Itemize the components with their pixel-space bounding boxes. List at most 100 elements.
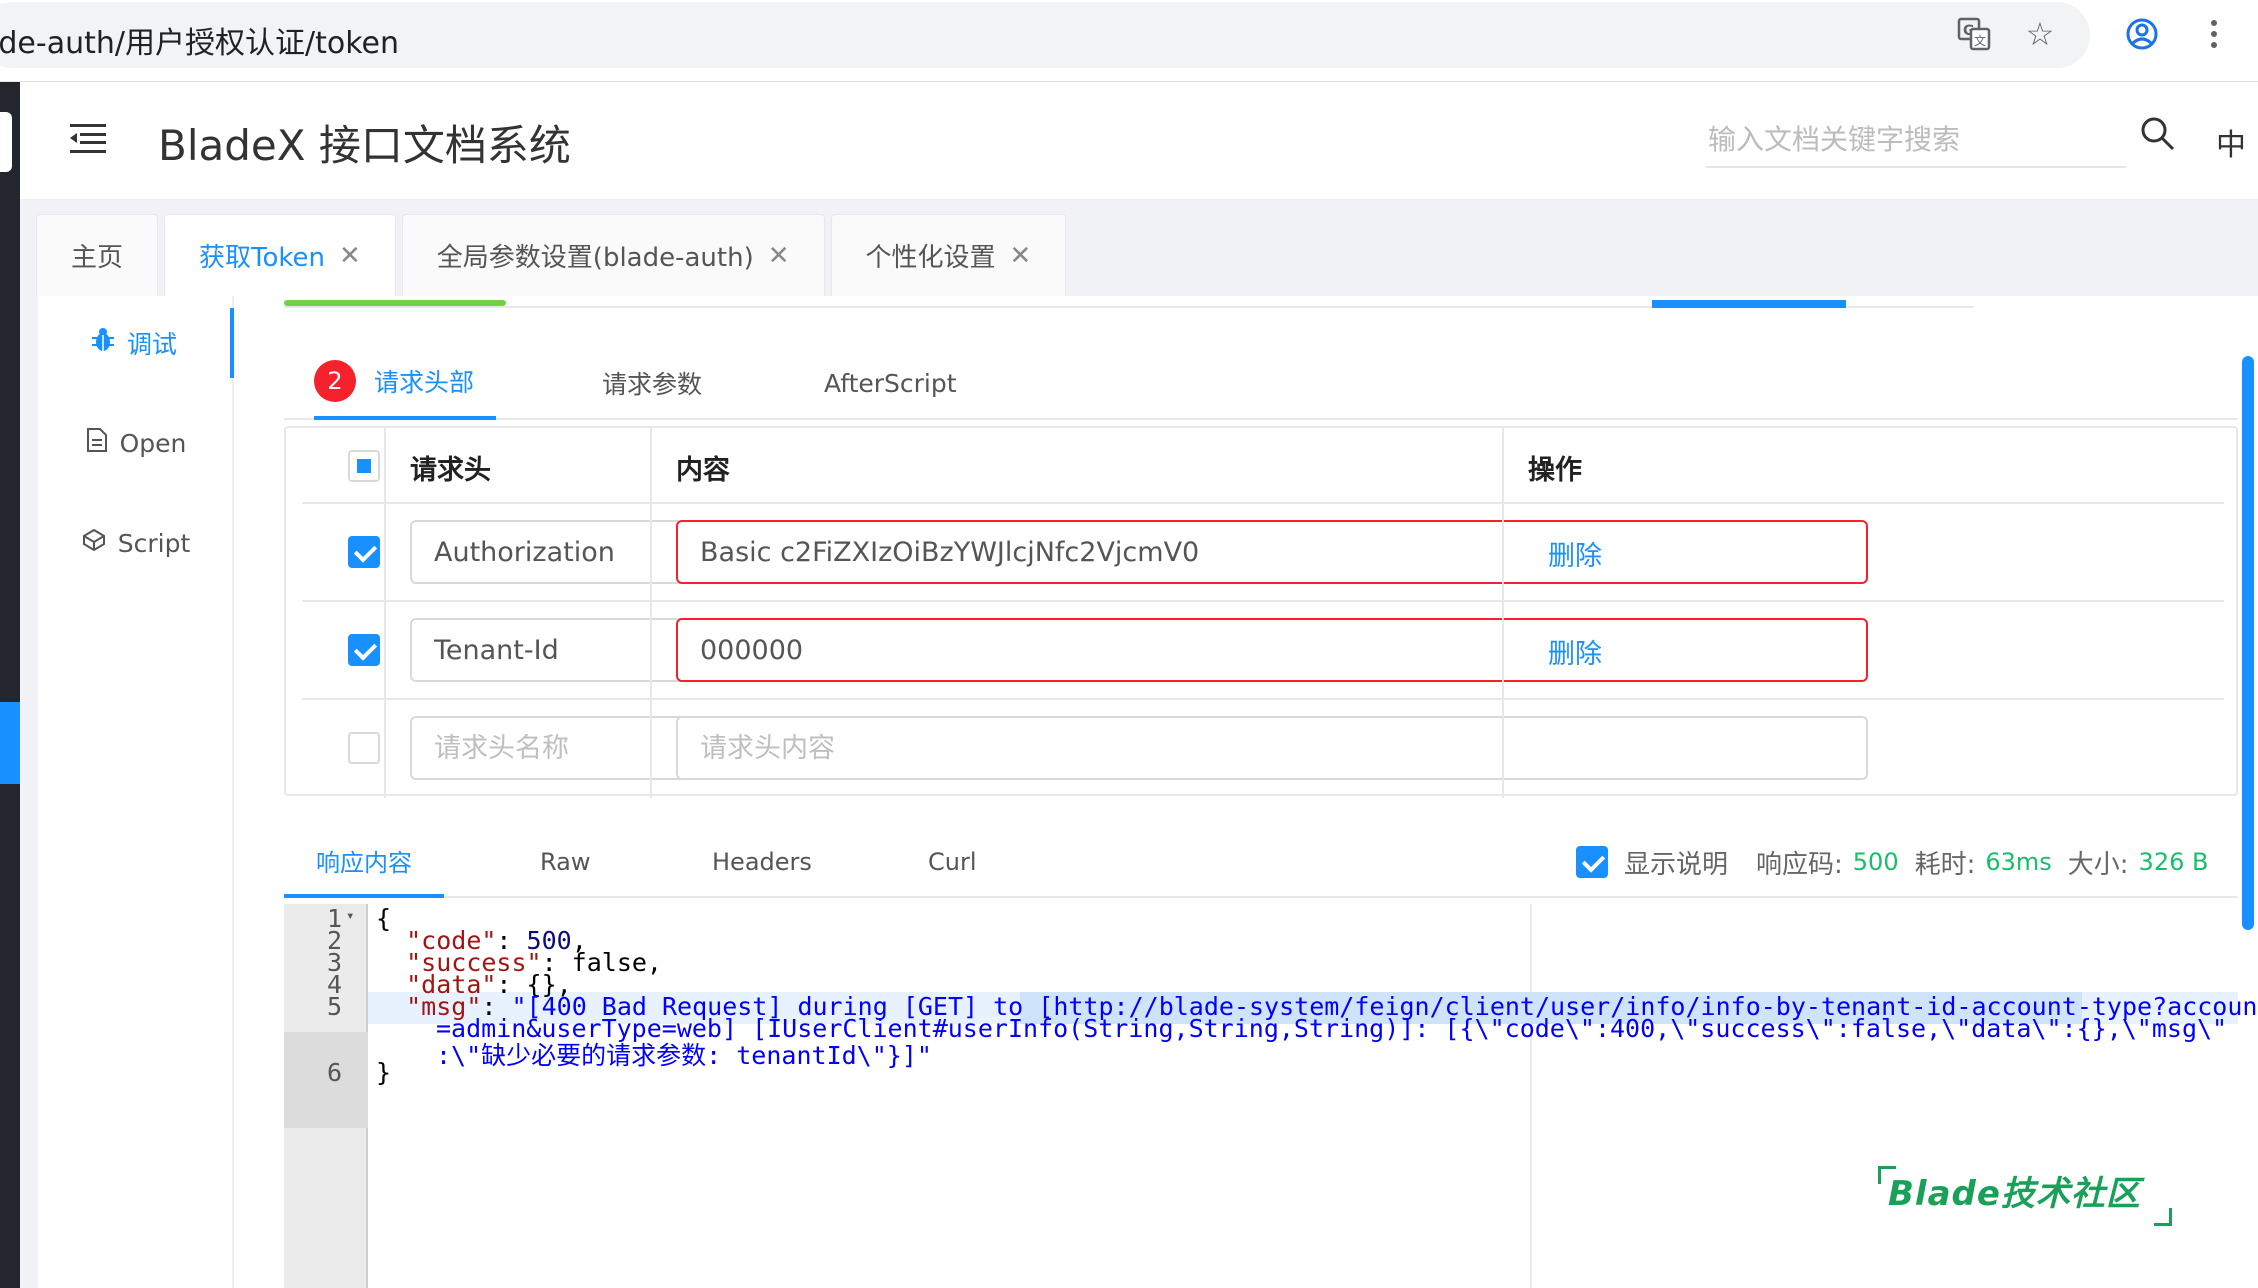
json-string: :\"缺少必要的请求参数: tenantId\"}]": [436, 1041, 932, 1070]
close-icon[interactable]: ✕: [1010, 241, 1032, 271]
tab-label: 个性化设置: [865, 243, 996, 273]
tab-label: 响应内容: [316, 848, 412, 877]
sidenav-item-open[interactable]: Open: [38, 408, 234, 478]
tab-request-params[interactable]: 请求参数: [602, 346, 702, 420]
page-tabs: 主页 获取Token ✕ 全局参数设置(blade-auth) ✕ 个性化设置 ✕: [36, 214, 1067, 296]
tab-request-headers[interactable]: 2 请求头部: [314, 346, 497, 420]
watermark-logo: Blade技术社区: [1888, 1174, 2141, 1214]
col-divider: [384, 504, 386, 600]
show-description-label[interactable]: 显示说明: [1624, 844, 1728, 881]
url-text[interactable]: ade-auth/用户授权认证/token: [0, 18, 399, 62]
tab-label: 全局参数设置(blade-auth): [436, 243, 754, 273]
code-line-wrap: :\"缺少必要的请求参数: tenantId\"}]": [436, 1036, 932, 1072]
print-margin: [1530, 904, 1532, 1288]
bug-icon: [91, 327, 115, 359]
menu-collapse-icon[interactable]: [68, 118, 108, 158]
tab-raw[interactable]: Raw: [540, 826, 590, 898]
method-indicator: [284, 300, 506, 306]
elapsed-time-label: 耗时:: [1914, 849, 1976, 880]
profile-icon[interactable]: [2122, 14, 2162, 54]
document-icon: [86, 427, 108, 459]
tab-response-content[interactable]: 响应内容: [284, 826, 444, 898]
bookmark-star-icon[interactable]: ☆: [2020, 14, 2060, 54]
tab-personal-settings[interactable]: 个性化设置 ✕: [830, 214, 1067, 296]
col-header-name: 请求头: [410, 455, 491, 486]
line-number-gutter: 1 ▾ 2 3 4 5 6: [284, 904, 368, 1288]
app-title: BladeX 接口文档系统: [158, 121, 571, 170]
debug-sidenav: 调试 Open Script: [38, 296, 234, 1288]
tab-label: AfterScript: [824, 368, 957, 398]
request-tabs: 2 请求头部 请求参数 AfterScript: [284, 346, 2238, 420]
svg-text:文: 文: [1974, 33, 1986, 48]
tab-label: Raw: [540, 848, 591, 876]
table-header-row: 请求头 内容 操作: [302, 428, 2224, 504]
tab-afterscript[interactable]: AfterScript: [824, 346, 957, 420]
close-icon[interactable]: ✕: [768, 241, 790, 271]
watermark-bracket: [2154, 1208, 2172, 1226]
tab-home[interactable]: 主页: [36, 214, 159, 296]
tab-get-token[interactable]: 获取Token ✕: [164, 214, 396, 296]
browser-toolbar: ade-auth/用户授权认证/token G文 ☆: [0, 0, 2258, 82]
show-description-checkbox[interactable]: [1576, 846, 1608, 878]
tab-label: Curl: [928, 848, 977, 876]
col-header-value: 内容: [676, 455, 730, 486]
header-value-input[interactable]: [676, 520, 1868, 584]
language-switch[interactable]: 中: [2216, 120, 2246, 164]
strip-highlight: [0, 702, 20, 784]
sidenav-item-script[interactable]: Script: [38, 508, 234, 578]
status-code-label: 响应码:: [1756, 849, 1843, 880]
fold-arrow-icon[interactable]: ▾: [346, 908, 354, 924]
line-number: 5: [326, 992, 342, 1021]
translate-icon[interactable]: G文: [1954, 14, 1994, 54]
row-checkbox[interactable]: [348, 536, 380, 568]
col-divider: [650, 504, 652, 600]
close-icon[interactable]: ✕: [339, 241, 361, 271]
col-divider: [1502, 428, 1504, 502]
delete-link[interactable]: 删除: [1548, 534, 1602, 573]
code-line: }: [376, 1058, 391, 1087]
response-code-editor[interactable]: 1 ▾ 2 3 4 5 6 { "code": 500, "success": …: [284, 904, 2258, 1288]
status-code-value: 500: [1852, 848, 1899, 876]
col-divider: [1502, 602, 1504, 698]
col-divider: [1502, 700, 1504, 798]
col-divider: [384, 700, 386, 798]
tab-headers[interactable]: Headers: [712, 826, 812, 898]
tab-global-params[interactable]: 全局参数设置(blade-auth) ✕: [401, 214, 825, 296]
row-checkbox[interactable]: [348, 732, 380, 764]
sidenav-label: Script: [117, 528, 191, 558]
col-divider: [384, 428, 386, 502]
code-text: }: [376, 1058, 392, 1087]
sidenav-item-debug[interactable]: 调试: [38, 308, 234, 378]
delete-link[interactable]: 删除: [1548, 632, 1602, 671]
table-row-new: [302, 700, 2224, 798]
tab-label: 请求头部: [374, 368, 475, 397]
col-header-action: 操作: [1528, 455, 1582, 486]
response-size-value: 326 B: [2138, 848, 2209, 876]
tab-label: 主页: [71, 243, 124, 273]
more-menu-icon[interactable]: [2194, 14, 2234, 54]
elapsed-time-value: 63ms: [1985, 848, 2052, 876]
tab-label: 获取Token: [199, 243, 325, 273]
vertical-scrollbar[interactable]: [2242, 356, 2254, 930]
line-number: 6: [326, 1058, 342, 1087]
col-divider: [650, 602, 652, 698]
col-divider: [650, 700, 652, 798]
background-window-strip: [0, 82, 20, 1288]
search-icon[interactable]: [2140, 116, 2180, 156]
send-button-edge: [1652, 300, 1846, 308]
strip-tab: [0, 112, 12, 172]
new-header-value-input[interactable]: [676, 716, 1868, 780]
app-header: BladeX 接口文档系统 中: [20, 82, 2258, 200]
tab-curl[interactable]: Curl: [928, 826, 977, 898]
row-checkbox[interactable]: [348, 634, 380, 666]
col-divider: [384, 602, 386, 698]
code-sandbox-icon: [82, 528, 106, 558]
sidenav-label: 调试: [126, 330, 177, 359]
response-summary: 显示说明 响应码: 500 耗时: 63ms 大小: 326 B: [1576, 842, 2208, 882]
header-count-badge: 2: [314, 360, 356, 402]
select-all-checkbox[interactable]: [348, 450, 380, 482]
address-bar[interactable]: ade-auth/用户授权认证/token: [0, 2, 2090, 68]
doc-search-input[interactable]: [1706, 112, 2126, 168]
request-headers-table: 请求头 内容 操作 删除 删除: [284, 426, 2238, 798]
header-value-input[interactable]: [676, 618, 1868, 682]
